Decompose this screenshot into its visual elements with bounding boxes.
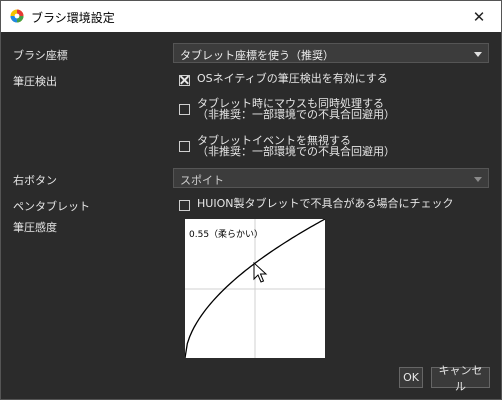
pressure-detect-label: 筆圧検出 (13, 75, 57, 88)
checkbox-icon (179, 200, 190, 211)
brush-settings-dialog: ブラシ環境設定 ✕ ブラシ座標 タブレット座標を使う（推奨） 筆圧検出 OSネイ… (0, 0, 502, 400)
brush-coord-label: ブラシ座標 (13, 49, 68, 62)
pen-tablet-label: ペンタブレット (13, 200, 90, 213)
pressure-value-text: 0.55（柔らかい） (189, 230, 264, 240)
mouse-pointer-icon (253, 261, 268, 283)
brush-coord-select[interactable]: タブレット座標を使う（推奨） (173, 43, 489, 63)
title-bar: ブラシ環境設定 ✕ (1, 1, 501, 32)
close-button[interactable]: ✕ (457, 1, 501, 32)
checkbox-icon (179, 141, 190, 152)
close-icon: ✕ (472, 7, 486, 26)
right-button-label: 右ボタン (13, 174, 57, 187)
window-title: ブラシ環境設定 (31, 11, 115, 25)
pressure-curve-editor[interactable]: 0.55（柔らかい） (185, 219, 325, 358)
ignore-tablet-events-checkbox[interactable]: タブレットイベントを無視する （非推奨：一部環境での不具合回避用） (179, 135, 395, 157)
app-icon (10, 9, 24, 23)
right-button-value: スポイト (180, 174, 224, 187)
huion-tablet-checkbox[interactable]: HUION製タブレットで不具合がある場合にチェック (179, 198, 453, 211)
checkbox-icon (179, 104, 190, 115)
chevron-down-icon (474, 52, 482, 57)
ignore-tablet-events-label: タブレットイベントを無視する （非推奨：一部環境での不具合回避用） (197, 134, 395, 158)
mouse-simultaneous-checkbox[interactable]: タブレット時にマウスも同時処理する （非推奨：一部環境での不具合回避用） (179, 98, 395, 120)
brush-coord-value: タブレット座標を使う（推奨） (180, 49, 334, 62)
right-button-select[interactable]: スポイト (173, 168, 489, 188)
pressure-sensitivity-label: 筆圧感度 (13, 221, 57, 234)
ok-button[interactable]: OK (399, 367, 423, 388)
chevron-down-icon (474, 177, 482, 182)
cancel-button[interactable]: キャンセル (431, 364, 490, 393)
checkbox-checked-icon (179, 75, 190, 86)
mouse-simultaneous-label: タブレット時にマウスも同時処理する （非推奨：一部環境での不具合回避用） (197, 97, 395, 121)
os-native-pressure-label: OSネイティブの筆圧検出を有効にする (197, 72, 388, 85)
os-native-pressure-checkbox[interactable]: OSネイティブの筆圧検出を有効にする (179, 73, 388, 86)
huion-tablet-label: HUION製タブレットで不具合がある場合にチェック (197, 197, 454, 210)
